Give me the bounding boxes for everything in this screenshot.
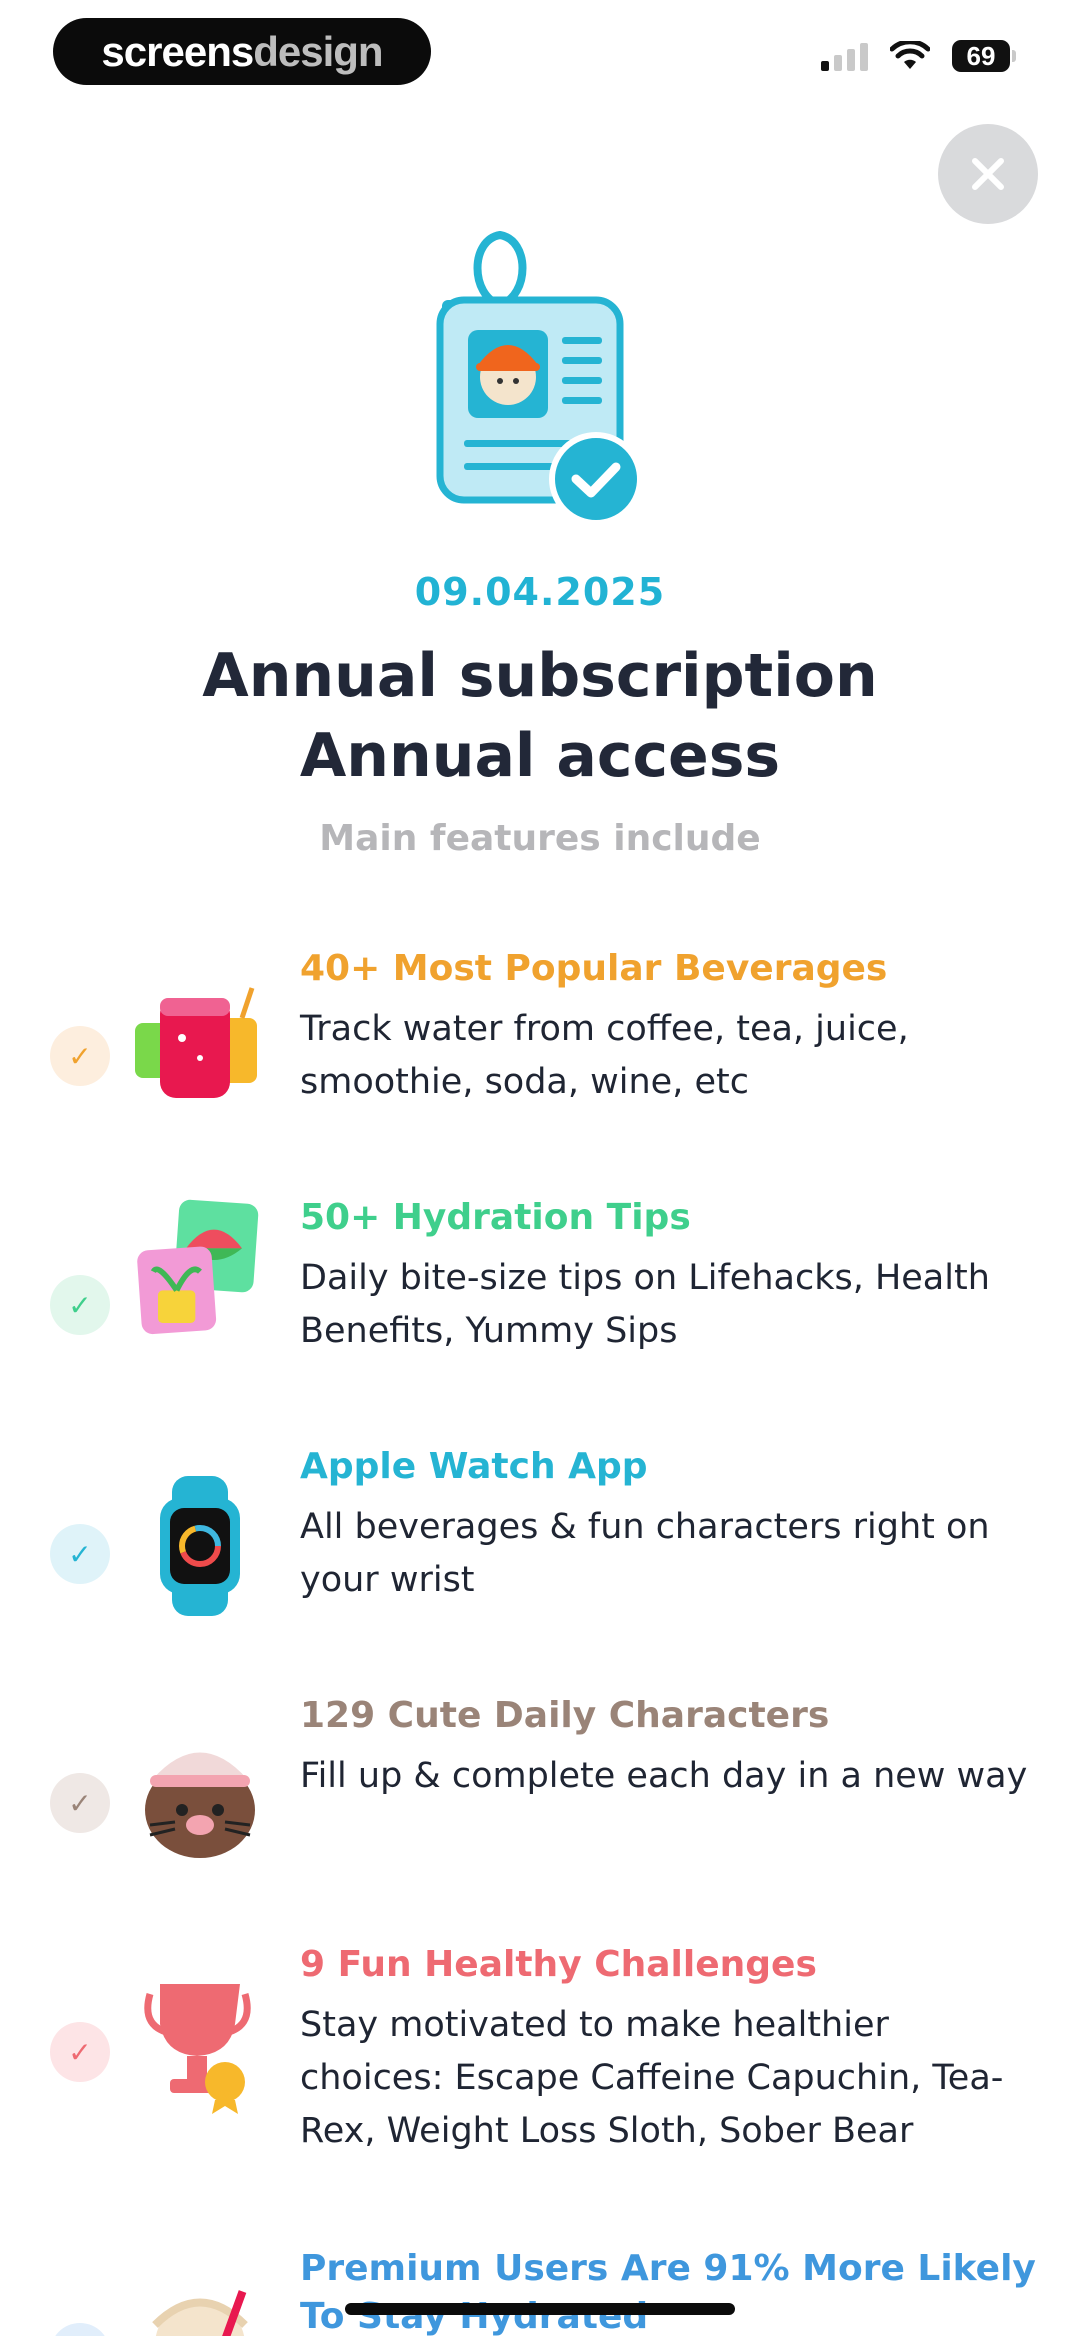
check-icon: ✓ [50, 1026, 110, 1086]
feature-title: 40+ Most Popular Beverages [300, 948, 888, 989]
premium-users-icon [152, 2290, 248, 2336]
beverages-icon [135, 987, 257, 1098]
feature-title: 50+ Hydration Tips [300, 1197, 691, 1238]
close-button[interactable] [938, 124, 1038, 224]
page-title: Annual subscription Annual access [0, 636, 1080, 796]
feature-title: 9 Fun Healthy Challenges [300, 1944, 817, 1985]
hydration-tips-icon [137, 1199, 259, 1335]
brand-left: screens [101, 27, 254, 75]
battery-icon: 69 [952, 40, 1016, 72]
feature-item: ✓ 50+ Hydration Tips Daily bite-size tip… [0, 1197, 1080, 1397]
brand-right: design [253, 27, 383, 75]
screensdesign-watermark: screens design [53, 18, 431, 85]
apple-watch-icon [160, 1476, 240, 1616]
feature-title: Premium Users Are 91% More Likely To Sta… [300, 2248, 1036, 2336]
close-icon [972, 158, 1004, 190]
subscription-date: 09.04.2025 [414, 570, 666, 614]
feature-item: ✓ 40+ Most Popular Beverages Track water… [0, 948, 1080, 1148]
feature-item: ✓ Apple Watch App All beverages & fun ch… [0, 1446, 1080, 1646]
cellular-signal-icon [821, 41, 868, 71]
check-icon: ✓ [50, 1773, 110, 1833]
feature-description: Stay motivated to make healthier choices… [300, 2005, 1004, 2151]
id-badge-icon [436, 230, 643, 526]
feature-title: 129 Cute Daily Characters [300, 1695, 830, 1736]
feature-description: Fill up & complete each day in a new way [300, 1756, 1028, 1796]
trophy-icon [144, 1984, 251, 2114]
feature-title: Apple Watch App [300, 1446, 648, 1487]
title-line2: Annual access [299, 721, 781, 791]
check-icon: ✓ [50, 2022, 110, 2082]
check-icon: ✓ [50, 2323, 110, 2336]
feature-item: ✓ Premium Users Are 91% More Likely To S… [0, 2245, 1080, 2336]
home-indicator [345, 2303, 735, 2315]
wifi-icon [890, 41, 930, 69]
daily-character-icon [145, 1752, 255, 1858]
check-icon: ✓ [50, 1524, 110, 1584]
features-subtitle: Main features include [319, 818, 761, 859]
title-line1: Annual subscription [202, 641, 878, 711]
feature-item: ✓ 9 Fun Healthy Challenges Stay motivate… [0, 1944, 1080, 2174]
feature-description: Daily bite-size tips on Lifehacks, Healt… [300, 1258, 990, 1351]
feature-item: ✓ 129 Cute Daily Characters Fill up & co… [0, 1695, 1080, 1895]
status-indicators: 69 [821, 40, 1016, 72]
feature-description: All beverages & fun characters right on … [300, 1507, 990, 1600]
check-icon: ✓ [50, 1275, 110, 1335]
feature-description: Track water from coffee, tea, juice, smo… [300, 1009, 909, 1102]
